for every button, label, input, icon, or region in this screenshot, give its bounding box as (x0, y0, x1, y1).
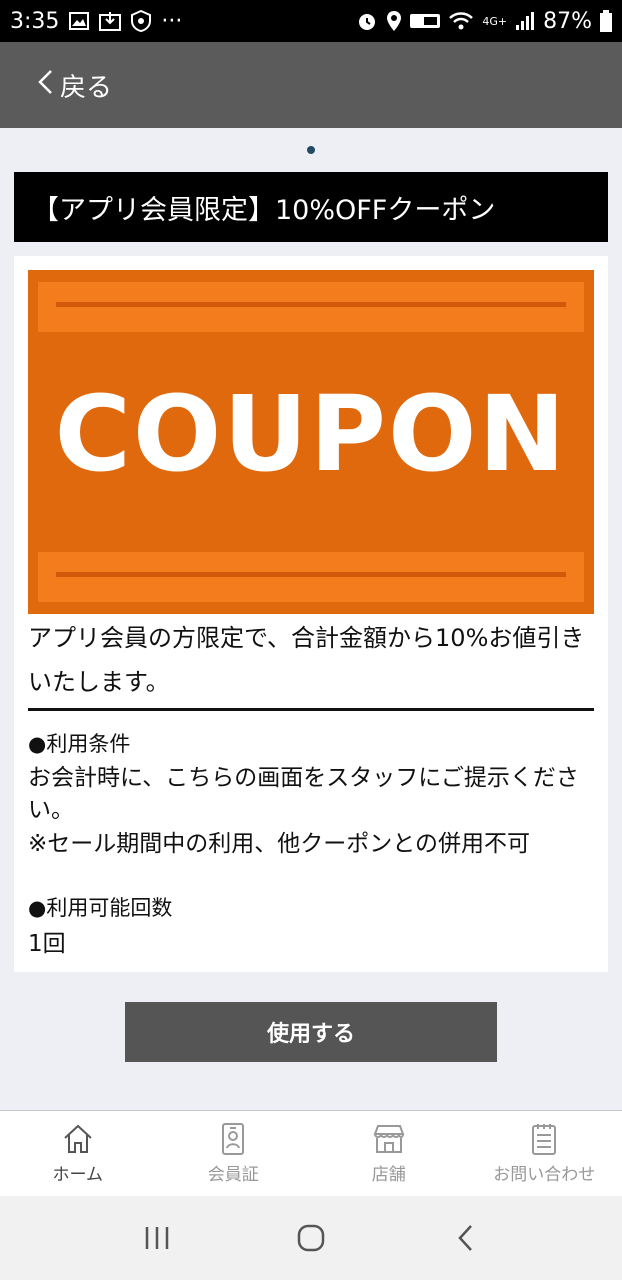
nav-item-inquiry[interactable]: お問い合わせ (467, 1111, 622, 1196)
nav-label-member-card: 会員証 (207, 1165, 259, 1185)
gallery-icon (69, 12, 90, 30)
coupon-image: COUPON (28, 270, 594, 614)
nav-label-store: 店舗 (371, 1165, 406, 1185)
volte-icon (410, 14, 441, 28)
download-icon (99, 11, 122, 31)
back-arrow-icon (458, 1225, 472, 1251)
coupon-card: COUPON アプリ会員の方限定で、合計金額から10%お値引きいたします。 ●利… (14, 256, 608, 972)
coupon-stripe-top (38, 282, 584, 332)
store-icon (373, 1125, 405, 1153)
divider (28, 708, 594, 711)
location-icon (386, 10, 402, 32)
conditions-note: ※セール期間中の利用、他クーポンとの併用不可 (28, 831, 531, 857)
usage-count-value: 1回 (28, 931, 66, 957)
status-bar: 3:35 ··· 4G+ 87% (0, 0, 622, 42)
system-nav-bar (0, 1196, 622, 1280)
wifi-icon (448, 10, 474, 32)
page-indicator-dot (307, 146, 315, 154)
status-time: 3:35 (10, 8, 60, 34)
use-coupon-button[interactable]: 使用する (125, 1002, 497, 1062)
inquiry-icon (532, 1124, 557, 1155)
app-header: 戻る (0, 42, 622, 128)
home-icon (64, 1124, 92, 1153)
chevron-left-icon (36, 68, 54, 103)
more-notifications-icon: ··· (161, 8, 183, 34)
recent-apps-icon (145, 1227, 169, 1249)
nav-item-store[interactable]: 店舗 (311, 1111, 467, 1196)
conditions-heading: ●利用条件 (28, 732, 131, 756)
nav-label-home: ホーム (52, 1165, 104, 1185)
coupon-image-text: COUPON (54, 373, 568, 495)
battery-icon (600, 10, 612, 32)
coupon-description: アプリ会員の方限定で、合計金額から10%お値引きいたします。 (28, 624, 585, 696)
coupon-stripe-bottom (38, 552, 584, 602)
nav-label-inquiry: お問い合わせ (493, 1165, 596, 1185)
home-circle-icon (297, 1224, 325, 1252)
nav-item-member-card[interactable]: 会員証 (156, 1111, 312, 1196)
member-card-icon (222, 1123, 245, 1155)
coupon-title: 【アプリ会員限定】10%OFFクーポン (14, 172, 608, 242)
home-system-button[interactable] (281, 1208, 341, 1268)
recent-apps-button[interactable] (127, 1208, 187, 1268)
signal-icon (515, 11, 535, 31)
alarm-icon (356, 10, 378, 32)
bottom-nav: ホーム 会員証 店舗 お問い合わせ (0, 1110, 622, 1196)
battery-percent: 87% (543, 8, 592, 34)
usage-count-heading: ●利用可能回数 (28, 896, 173, 920)
nav-item-home[interactable]: ホーム (0, 1111, 156, 1196)
back-system-button[interactable] (435, 1208, 495, 1268)
back-button[interactable]: 戻る (36, 67, 112, 104)
conditions-body: お会計時に、こちらの画面をスタッフにご提示ください。 (28, 765, 579, 823)
back-label: 戻る (60, 72, 113, 103)
shield-icon (131, 10, 152, 32)
network-type-icon: 4G+ (482, 14, 508, 28)
